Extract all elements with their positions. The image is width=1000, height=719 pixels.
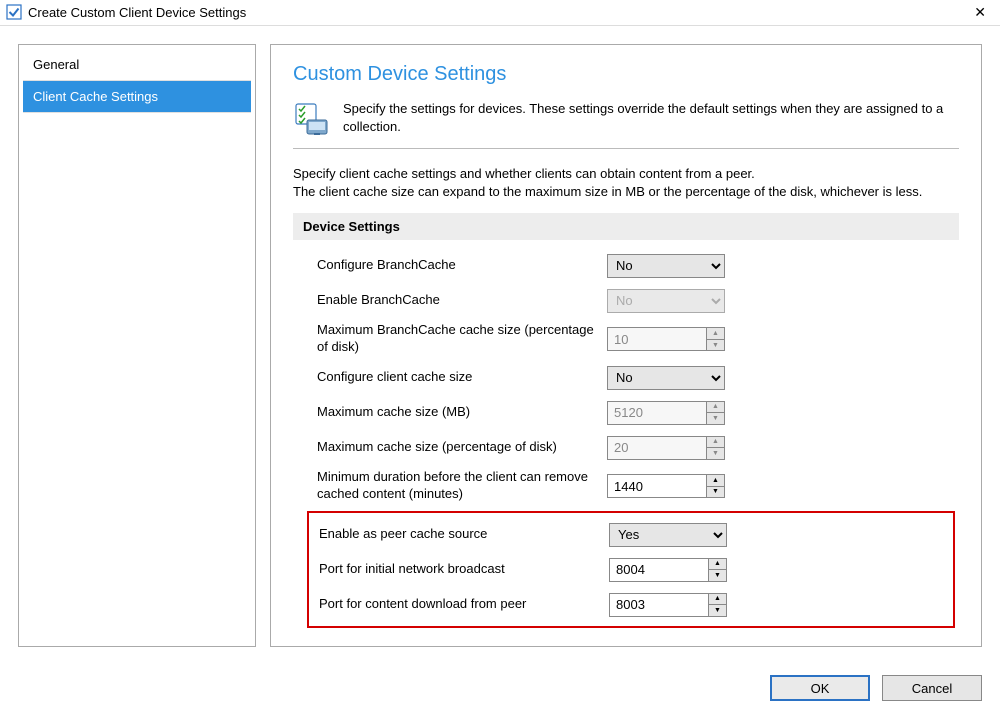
setting-label: Maximum cache size (percentage of disk) bbox=[317, 435, 597, 460]
setting-control: 20 ▲ ▼ bbox=[607, 436, 725, 460]
spinner-up-icon: ▲ bbox=[707, 437, 724, 449]
setting-control: No bbox=[607, 289, 725, 313]
titlebar-left: Create Custom Client Device Settings bbox=[6, 4, 246, 20]
combo-enable-branchcache: No bbox=[607, 289, 725, 313]
spinner-up-icon: ▲ bbox=[707, 402, 724, 414]
spinner-port-initial-broadcast[interactable]: 8004 ▲ ▼ bbox=[609, 558, 727, 582]
description-line: The client cache size can expand to the … bbox=[293, 183, 959, 201]
setting-control: 1440 ▲ ▼ bbox=[607, 474, 725, 498]
setting-enable-peer-cache-source: Enable as peer cache source Yes bbox=[319, 517, 949, 552]
ok-button[interactable]: OK bbox=[770, 675, 870, 701]
spinner-value: 5120 bbox=[608, 402, 706, 424]
cancel-button[interactable]: Cancel bbox=[882, 675, 982, 701]
setting-control: 5120 ▲ ▼ bbox=[607, 401, 725, 425]
spinner-max-cache-size-mb: 5120 ▲ ▼ bbox=[607, 401, 725, 425]
spinner-value[interactable]: 8003 bbox=[610, 594, 708, 616]
spinner-down-icon: ▼ bbox=[707, 413, 724, 424]
sidebar-item-label: General bbox=[33, 57, 79, 72]
sidebar: General Client Cache Settings bbox=[18, 44, 256, 647]
description: Specify client cache settings and whethe… bbox=[293, 165, 959, 201]
button-label: Cancel bbox=[912, 681, 952, 696]
main-panel: Custom Device Settings Specify the setti… bbox=[270, 44, 982, 647]
setting-max-cache-size-mb: Maximum cache size (MB) 5120 ▲ ▼ bbox=[317, 395, 955, 430]
setting-label: Port for content download from peer bbox=[319, 592, 599, 617]
setting-label: Configure client cache size bbox=[317, 365, 597, 390]
dialog-window: Create Custom Client Device Settings ✕ G… bbox=[0, 0, 1000, 719]
setting-label: Enable as peer cache source bbox=[319, 522, 599, 547]
window-title: Create Custom Client Device Settings bbox=[28, 5, 246, 20]
settings-list: Configure BranchCache No Enable BranchCa… bbox=[293, 248, 959, 628]
setting-max-branchcache-size: Maximum BranchCache cache size (percenta… bbox=[317, 318, 955, 360]
sidebar-item-label: Client Cache Settings bbox=[33, 89, 158, 104]
spinner-up-icon[interactable]: ▲ bbox=[709, 559, 726, 571]
setting-control: No bbox=[607, 254, 725, 278]
spinner-buttons: ▲ ▼ bbox=[706, 437, 724, 459]
spinner-buttons: ▲ ▼ bbox=[706, 328, 724, 350]
spinner-value[interactable]: 8004 bbox=[610, 559, 708, 581]
intro-row: Specify the settings for devices. These … bbox=[293, 100, 959, 149]
spinner-up-icon: ▲ bbox=[707, 328, 724, 340]
spinner-value[interactable]: 1440 bbox=[608, 475, 706, 497]
spinner-buttons: ▲ ▼ bbox=[708, 559, 726, 581]
setting-max-cache-size-pct: Maximum cache size (percentage of disk) … bbox=[317, 430, 955, 465]
spinner-buttons: ▲ ▼ bbox=[708, 594, 726, 616]
setting-configure-branchcache: Configure BranchCache No bbox=[317, 248, 955, 283]
intro-text: Specify the settings for devices. These … bbox=[343, 100, 959, 136]
sidebar-item-general[interactable]: General bbox=[23, 49, 251, 81]
setting-enable-branchcache: Enable BranchCache No bbox=[317, 283, 955, 318]
spinner-port-content-download[interactable]: 8003 ▲ ▼ bbox=[609, 593, 727, 617]
page-title: Custom Device Settings bbox=[293, 63, 959, 86]
setting-label: Minimum duration before the client can r… bbox=[317, 465, 597, 507]
spinner-buttons: ▲ ▼ bbox=[706, 475, 724, 497]
spinner-down-icon[interactable]: ▼ bbox=[709, 605, 726, 616]
setting-configure-client-cache-size: Configure client cache size No bbox=[317, 360, 955, 395]
section-header: Device Settings bbox=[293, 213, 959, 240]
setting-port-content-download: Port for content download from peer 8003… bbox=[319, 587, 949, 622]
sidebar-item-client-cache-settings[interactable]: Client Cache Settings bbox=[23, 81, 251, 113]
setting-label: Enable BranchCache bbox=[317, 288, 597, 313]
app-icon bbox=[6, 4, 22, 20]
button-label: OK bbox=[811, 681, 830, 696]
spinner-down-icon[interactable]: ▼ bbox=[707, 487, 724, 498]
combo-configure-client-cache-size[interactable]: No bbox=[607, 366, 725, 390]
setting-control: 8003 ▲ ▼ bbox=[609, 593, 727, 617]
spinner-value: 20 bbox=[608, 437, 706, 459]
titlebar: Create Custom Client Device Settings ✕ bbox=[0, 0, 1000, 26]
combo-enable-peer-cache-source[interactable]: Yes bbox=[609, 523, 727, 547]
dialog-body: General Client Cache Settings Custom Dev… bbox=[0, 26, 1000, 665]
spinner-buttons: ▲ ▼ bbox=[706, 402, 724, 424]
setting-control: Yes bbox=[609, 523, 727, 547]
highlight-box: Enable as peer cache source Yes Port for… bbox=[307, 511, 955, 628]
setting-label: Maximum cache size (MB) bbox=[317, 400, 597, 425]
settings-icon bbox=[293, 100, 329, 136]
spinner-up-icon[interactable]: ▲ bbox=[709, 594, 726, 606]
setting-label: Maximum BranchCache cache size (percenta… bbox=[317, 318, 597, 360]
setting-min-duration-remove: Minimum duration before the client can r… bbox=[317, 465, 955, 507]
setting-control: No bbox=[607, 366, 725, 390]
setting-label: Port for initial network broadcast bbox=[319, 557, 599, 582]
description-line: Specify client cache settings and whethe… bbox=[293, 165, 959, 183]
spinner-down-icon: ▼ bbox=[707, 340, 724, 351]
setting-control: 10 ▲ ▼ bbox=[607, 327, 725, 351]
spinner-down-icon: ▼ bbox=[707, 448, 724, 459]
setting-control: 8004 ▲ ▼ bbox=[609, 558, 727, 582]
spinner-down-icon[interactable]: ▼ bbox=[709, 570, 726, 581]
setting-label: Configure BranchCache bbox=[317, 253, 597, 278]
close-button[interactable]: ✕ bbox=[970, 4, 990, 21]
combo-configure-branchcache[interactable]: No bbox=[607, 254, 725, 278]
spinner-max-branchcache-size: 10 ▲ ▼ bbox=[607, 327, 725, 351]
spinner-value: 10 bbox=[608, 328, 706, 350]
spinner-min-duration-remove[interactable]: 1440 ▲ ▼ bbox=[607, 474, 725, 498]
footer: OK Cancel bbox=[0, 665, 1000, 719]
setting-port-initial-broadcast: Port for initial network broadcast 8004 … bbox=[319, 552, 949, 587]
spinner-up-icon[interactable]: ▲ bbox=[707, 475, 724, 487]
spinner-max-cache-size-pct: 20 ▲ ▼ bbox=[607, 436, 725, 460]
